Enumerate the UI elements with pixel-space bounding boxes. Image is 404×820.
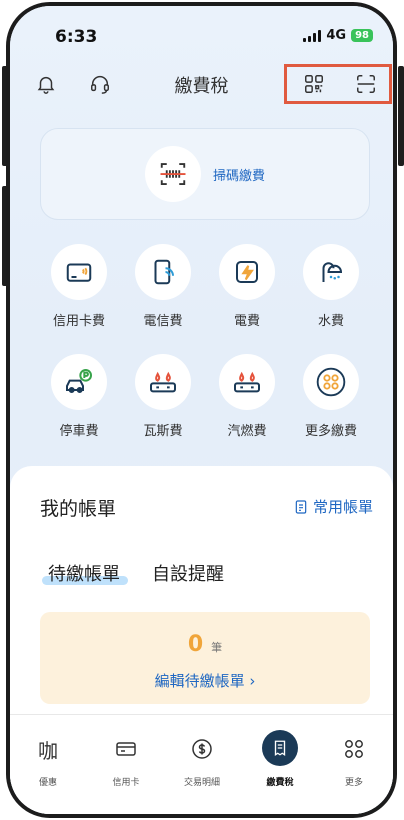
- coffee-text-icon: 咖: [38, 738, 58, 763]
- parking-car-icon: [51, 354, 107, 410]
- status-time: 6:33: [55, 27, 98, 47]
- tab-custom-reminders[interactable]: 自設提醒: [152, 560, 224, 586]
- credit-card-icon: [94, 733, 158, 765]
- frequent-bills-label: 常用帳單: [312, 498, 373, 516]
- service-label: 瓦斯費: [143, 424, 183, 439]
- receipt-icon: [262, 730, 298, 766]
- service-credit-card[interactable]: 信用卡費: [44, 244, 114, 329]
- my-bills-title: 我的帳單: [40, 498, 117, 520]
- shower-icon: [303, 244, 359, 300]
- service-label: 電費: [233, 314, 260, 329]
- service-water[interactable]: 水費: [296, 244, 366, 329]
- service-parking[interactable]: 停車費: [44, 354, 114, 439]
- phone-wifi-icon: [135, 244, 191, 300]
- nav-label: 信用卡: [112, 778, 140, 788]
- nav-label: 優惠: [38, 778, 57, 788]
- tab-pending-bills[interactable]: 待繳帳單: [48, 560, 120, 586]
- scan-to-pay-card[interactable]: 掃碼繳費: [40, 128, 370, 220]
- qr-code-icon[interactable]: [300, 70, 328, 98]
- service-fuel[interactable]: 汽燃費: [212, 354, 282, 439]
- scan-frame-icon[interactable]: [352, 70, 380, 98]
- pending-count: 0: [187, 632, 204, 657]
- edit-pending-bills-link[interactable]: 編輯待繳帳單 ›: [40, 670, 370, 691]
- frequent-bills-link[interactable]: 常用帳單: [293, 496, 373, 517]
- service-label: 信用卡費: [52, 314, 105, 329]
- phone-side-button: [398, 66, 404, 166]
- service-label: 停車費: [59, 424, 99, 439]
- nav-credit-card[interactable]: 信用卡: [94, 733, 158, 788]
- barcode-scan-icon: [144, 146, 201, 202]
- service-telecom[interactable]: 電信費: [128, 244, 198, 329]
- pending-count-row: 0筆: [40, 632, 370, 657]
- header: 繳費稅: [10, 64, 393, 104]
- battery-icon: 98: [351, 29, 373, 42]
- service-gas[interactable]: 瓦斯費: [128, 354, 198, 439]
- four-circles-icon: [322, 733, 386, 765]
- nav-label: 交易明細: [183, 778, 220, 788]
- more-grid-icon: [303, 354, 359, 410]
- document-icon: [295, 499, 307, 514]
- dollar-circle-icon: [170, 733, 234, 765]
- service-more[interactable]: 更多繳費: [296, 354, 366, 439]
- scan-to-pay-label: 掃碼繳費: [212, 168, 265, 184]
- network-type: 4G: [326, 28, 347, 43]
- nav-offers[interactable]: 咖 優惠: [16, 733, 80, 789]
- nav-more[interactable]: 更多: [322, 733, 386, 788]
- nav-label: 繳費稅: [266, 778, 294, 788]
- bottom-nav: 咖 優惠 信用卡 交易明細 繳費稅 更多: [10, 714, 393, 814]
- nav-transactions[interactable]: 交易明細: [170, 733, 234, 788]
- service-label: 更多繳費: [304, 424, 357, 439]
- nav-label: 更多: [344, 778, 363, 788]
- pending-bills-card: 0筆 編輯待繳帳單 ›: [40, 612, 370, 704]
- service-label: 汽燃費: [227, 424, 267, 439]
- fuel-stove-icon: [219, 354, 275, 410]
- gas-stove-icon: [135, 354, 191, 410]
- status-bar: 6:33 4G 98: [10, 6, 393, 58]
- pending-unit: 筆: [211, 641, 223, 654]
- service-label: 電信費: [143, 314, 183, 329]
- credit-card-icon: [51, 244, 107, 300]
- phone-frame: 6:33 4G 98 繳費稅 掃碼繳費 信用卡費 電信費 電費 水費 停車費 瓦…: [6, 2, 397, 818]
- signal-icon: [303, 29, 322, 42]
- status-indicators: 4G 98: [303, 28, 373, 43]
- nav-pay-tax[interactable]: 繳費稅: [248, 730, 312, 788]
- service-electricity[interactable]: 電費: [212, 244, 282, 329]
- service-label: 水費: [317, 314, 344, 329]
- lightning-icon: [219, 244, 275, 300]
